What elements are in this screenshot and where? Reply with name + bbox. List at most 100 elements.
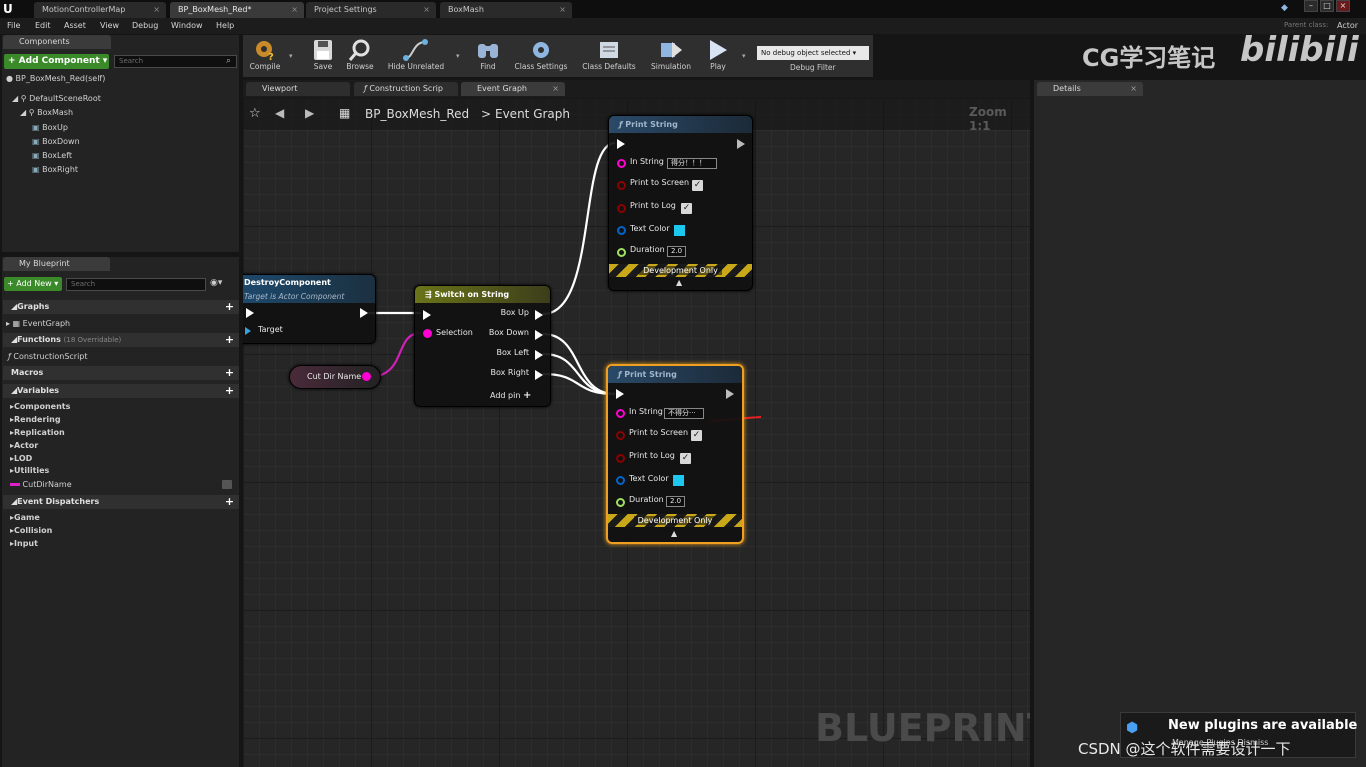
duration-pin[interactable]	[617, 248, 626, 257]
close-icon[interactable]: ×	[423, 2, 430, 18]
exec-in-pin[interactable]	[616, 389, 624, 399]
exec-in-pin[interactable]	[423, 310, 431, 320]
text-color-pin[interactable]	[616, 476, 625, 485]
switch-on-string-node[interactable]: ⇶ Switch on String Selection Box Up Box …	[414, 285, 551, 407]
tree-boxmash[interactable]: ◢ ⚲ BoxMash	[20, 106, 73, 120]
print-to-log-pin[interactable]	[616, 454, 625, 463]
menu-help[interactable]: Help	[216, 18, 234, 34]
simulation-button[interactable]: Simulation	[648, 36, 694, 76]
collapse-arrow-icon[interactable]: ▲	[671, 529, 677, 538]
dispatcher-category-game[interactable]: ▸Game	[0, 511, 40, 524]
close-icon[interactable]: ×	[153, 2, 160, 18]
exec-in-pin[interactable]	[617, 139, 625, 149]
print-to-log-checkbox[interactable]: ✓	[681, 203, 692, 214]
unreal-logo-icon[interactable]: U	[3, 2, 17, 16]
event-graph-item[interactable]: ▸ ▦ EventGraph	[6, 317, 70, 331]
hide-unrelated-button[interactable]: Hide Unrelated	[385, 36, 447, 76]
duration-input[interactable]: 2.0	[667, 246, 686, 257]
add-graph-button[interactable]: +	[224, 301, 235, 312]
case-box-left-pin[interactable]	[535, 350, 543, 360]
var-category-utilities[interactable]: ▸Utilities	[0, 464, 49, 477]
menu-asset[interactable]: Asset	[64, 18, 86, 34]
print-to-screen-pin[interactable]	[617, 181, 626, 190]
var-category-rendering[interactable]: ▸Rendering	[0, 413, 61, 426]
close-icon[interactable]: ×	[1130, 82, 1137, 96]
tab-viewport[interactable]: Viewport	[246, 82, 350, 96]
eye-icon[interactable]: ◉▾	[210, 278, 222, 288]
close-icon[interactable]: ×	[552, 82, 559, 96]
duration-pin[interactable]	[616, 498, 625, 507]
self-item[interactable]: ● BP_BoxMesh_Red(self)	[6, 72, 105, 86]
doc-tab-boxmash[interactable]: BoxMash ×	[440, 2, 572, 18]
maximize-button[interactable]: □	[1320, 0, 1334, 12]
class-defaults-button[interactable]: Class Defaults	[580, 36, 638, 76]
debug-object-select[interactable]: No debug object selected ▾	[757, 46, 869, 60]
feedback-icon[interactable]: ◆	[1281, 3, 1288, 13]
destroy-component-node[interactable]: DestroyComponent Target is Actor Compone…	[243, 274, 376, 344]
find-button[interactable]: Find	[465, 36, 511, 76]
target-pin[interactable]	[245, 327, 251, 335]
var-category-actor[interactable]: ▸Actor	[0, 439, 38, 452]
exec-out-pin[interactable]	[360, 308, 368, 318]
visibility-eye-icon[interactable]	[222, 480, 232, 489]
collapse-arrow-icon[interactable]: ▲	[676, 278, 682, 287]
menu-window[interactable]: Window	[171, 18, 203, 34]
case-box-down-pin[interactable]	[535, 330, 543, 340]
var-category-replication[interactable]: ▸Replication	[0, 426, 65, 439]
play-button[interactable]: Play	[697, 36, 739, 76]
add-new-button[interactable]: + Add New ▾	[4, 277, 62, 291]
print-to-screen-pin[interactable]	[616, 431, 625, 440]
construction-script-item[interactable]: ƒ ConstructionScript	[8, 350, 88, 364]
section-variables[interactable]: ◢Variables +	[3, 384, 239, 398]
add-dispatcher-button[interactable]: +	[224, 496, 235, 507]
exec-out-pin[interactable]	[737, 139, 745, 149]
in-string-input[interactable]: 不得分···	[664, 408, 704, 419]
tree-default-scene-root[interactable]: ◢ ⚲ DefaultSceneRoot	[12, 92, 101, 106]
dispatcher-category-input[interactable]: ▸Input	[0, 537, 38, 550]
tree-boxup[interactable]: ▣ BoxUp	[32, 121, 68, 135]
in-string-input[interactable]: 得分！！！	[667, 158, 717, 169]
cut-dir-name-variable-node[interactable]: Cut Dir Name	[289, 365, 381, 389]
tree-boxdown[interactable]: ▣ BoxDown	[32, 135, 80, 149]
menu-edit[interactable]: Edit	[35, 18, 51, 34]
close-icon[interactable]: ×	[291, 2, 298, 18]
add-pin-button[interactable]: Add pin +	[490, 390, 531, 401]
components-tab[interactable]: Components	[3, 35, 111, 49]
add-function-button[interactable]: +	[224, 334, 235, 345]
exec-in-pin[interactable]	[246, 308, 254, 318]
tab-construction-script[interactable]: ƒ Construction Scrip	[354, 82, 458, 96]
print-to-screen-checkbox[interactable]: ✓	[692, 180, 703, 191]
close-icon[interactable]: ×	[559, 2, 566, 18]
minimize-button[interactable]: –	[1304, 0, 1318, 12]
exec-out-pin[interactable]	[726, 389, 734, 399]
text-color-pin[interactable]	[617, 226, 626, 235]
print-string-node-1[interactable]: ƒ Print String In String 得分！！！ Print to …	[608, 115, 753, 291]
tree-boxright[interactable]: ▣ BoxRight	[32, 163, 78, 177]
details-tab[interactable]: Details ×	[1037, 82, 1143, 96]
menu-debug[interactable]: Debug	[132, 18, 158, 34]
add-macro-button[interactable]: +	[224, 367, 235, 378]
menu-view[interactable]: View	[100, 18, 119, 34]
text-color-swatch[interactable]	[674, 225, 685, 236]
add-variable-button[interactable]: +	[224, 385, 235, 396]
tree-boxleft[interactable]: ▣ BoxLeft	[32, 149, 72, 163]
section-functions[interactable]: ◢Functions (18 Overridable) +	[3, 333, 239, 347]
variable-cutdirname[interactable]: CutDirName	[10, 478, 236, 492]
class-settings-button[interactable]: Class Settings	[512, 36, 570, 76]
doc-tab-motion-controller-map[interactable]: MotionControllerMap ×	[34, 2, 166, 18]
add-component-button[interactable]: + Add Component ▾	[4, 54, 109, 69]
text-color-swatch[interactable]	[673, 475, 684, 486]
string-out-pin[interactable]	[362, 372, 371, 381]
duration-input[interactable]: 2.0	[666, 496, 685, 507]
blueprint-search-input[interactable]: Search	[66, 278, 206, 291]
hide-unrelated-dropdown[interactable]: ▾	[456, 52, 460, 60]
in-string-pin[interactable]	[617, 159, 626, 168]
selection-pin[interactable]	[423, 329, 432, 338]
print-to-screen-checkbox[interactable]: ✓	[691, 430, 702, 441]
case-box-right-pin[interactable]	[535, 370, 543, 380]
dispatcher-category-collision[interactable]: ▸Collision	[0, 524, 52, 537]
case-box-up-pin[interactable]	[535, 310, 543, 320]
section-macros[interactable]: Macros +	[3, 366, 239, 380]
print-to-log-pin[interactable]	[617, 204, 626, 213]
my-blueprint-tab[interactable]: My Blueprint	[3, 257, 110, 271]
